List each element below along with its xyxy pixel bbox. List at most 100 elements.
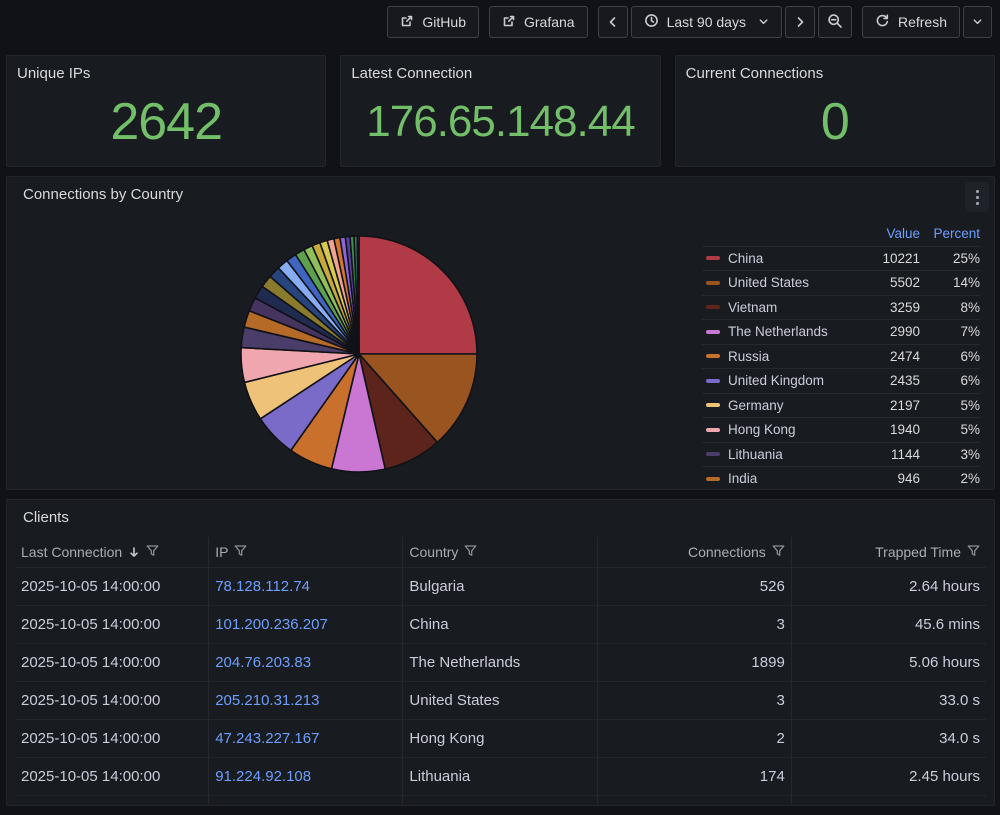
column-header-label: IP bbox=[215, 544, 228, 560]
github-button-label: GitHub bbox=[422, 14, 466, 30]
legend-label: United Kingdom bbox=[728, 373, 850, 388]
legend-swatch bbox=[706, 452, 720, 456]
cell-connections: 3 bbox=[598, 682, 792, 719]
legend-row[interactable]: China 10221 25% bbox=[702, 246, 980, 271]
cell-trapped-time: 5.06 hours bbox=[792, 644, 986, 681]
column-header-connections[interactable]: Connections bbox=[598, 537, 792, 567]
pie-legend: Value Percent China 10221 25% United Sta… bbox=[702, 221, 980, 491]
table-row-partial bbox=[15, 796, 986, 806]
legend-percent: 14% bbox=[920, 275, 980, 290]
cell-ip[interactable]: 91.224.92.108 bbox=[209, 758, 403, 795]
legend-label: The Netherlands bbox=[728, 324, 850, 339]
cell-ip[interactable]: 205.210.31.213 bbox=[209, 682, 403, 719]
cell-empty bbox=[598, 796, 792, 806]
column-header-ip[interactable]: IP bbox=[209, 537, 403, 567]
time-shift-forward-button[interactable] bbox=[785, 6, 815, 38]
legend-label: Lithuania bbox=[728, 447, 850, 462]
column-header-country[interactable]: Country bbox=[403, 537, 597, 567]
legend-value: 2197 bbox=[850, 398, 920, 413]
legend-swatch bbox=[706, 256, 720, 260]
legend-value: 10221 bbox=[850, 251, 920, 266]
legend-percent: 7% bbox=[920, 324, 980, 339]
table-row: 2025-10-05 14:00:0091.224.92.108Lithuani… bbox=[15, 758, 986, 796]
cell-ip[interactable]: 47.243.227.167 bbox=[209, 720, 403, 757]
filter-icon[interactable] bbox=[234, 544, 247, 560]
filter-icon[interactable] bbox=[772, 544, 785, 560]
cell-empty bbox=[15, 796, 209, 806]
legend-row[interactable]: Germany 2197 5% bbox=[702, 393, 980, 418]
column-header-label: Country bbox=[409, 544, 458, 560]
cell-country: Bulgaria bbox=[403, 568, 597, 605]
legend-row[interactable]: Russia 2474 6% bbox=[702, 344, 980, 369]
cell-trapped-time: 33.0 s bbox=[792, 682, 986, 719]
panel-title: Clients bbox=[7, 500, 994, 528]
cell-ip[interactable]: 204.76.203.83 bbox=[209, 644, 403, 681]
filter-icon[interactable] bbox=[146, 544, 159, 560]
legend-value: 2435 bbox=[850, 373, 920, 388]
column-header-label: Last Connection bbox=[21, 544, 122, 560]
column-header-label: Connections bbox=[688, 544, 766, 560]
cell-country: Hong Kong bbox=[403, 720, 597, 757]
cell-trapped-time: 2.45 hours bbox=[792, 758, 986, 795]
time-shift-back-button[interactable] bbox=[598, 6, 628, 38]
legend-value: 1940 bbox=[850, 422, 920, 437]
cell-empty bbox=[792, 796, 986, 806]
panel-latest-connection: Latest Connection 176.65.148.44 bbox=[340, 55, 660, 167]
github-button[interactable]: GitHub bbox=[387, 6, 479, 38]
cell-connections: 174 bbox=[598, 758, 792, 795]
panel-connections-by-country: Connections by Country Value Percent Chi… bbox=[6, 176, 995, 490]
cell-country: Lithuania bbox=[403, 758, 597, 795]
legend-row[interactable]: United States 5502 14% bbox=[702, 270, 980, 295]
cell-last-connection: 2025-10-05 14:00:00 bbox=[15, 568, 209, 605]
legend-row[interactable]: Vietnam 3259 8% bbox=[702, 295, 980, 320]
legend-row[interactable]: Hong Kong 1940 5% bbox=[702, 417, 980, 442]
filter-icon[interactable] bbox=[464, 544, 477, 560]
cell-ip[interactable]: 78.128.112.74 bbox=[209, 568, 403, 605]
legend-rows: China 10221 25% United States 5502 14% V… bbox=[702, 246, 980, 491]
pie-chart-container bbox=[238, 233, 480, 475]
zoom-out-time-button[interactable] bbox=[818, 6, 852, 38]
magnifier-minus-icon bbox=[827, 13, 843, 32]
legend-header-value[interactable]: Value bbox=[850, 226, 920, 241]
legend-row[interactable]: India 946 2% bbox=[702, 466, 980, 491]
legend-row[interactable]: United Kingdom 2435 6% bbox=[702, 368, 980, 393]
sort-desc-icon bbox=[128, 546, 140, 558]
legend-value: 2990 bbox=[850, 324, 920, 339]
cell-country: The Netherlands bbox=[403, 644, 597, 681]
legend-label: China bbox=[728, 251, 850, 266]
legend-label: United States bbox=[728, 275, 850, 290]
legend-percent: 3% bbox=[920, 447, 980, 462]
legend-percent: 6% bbox=[920, 349, 980, 364]
cell-last-connection: 2025-10-05 14:00:00 bbox=[15, 644, 209, 681]
clients-table-header: Last Connection IP Country Connections bbox=[15, 537, 986, 568]
legend-label: India bbox=[728, 471, 850, 486]
cell-ip[interactable]: 101.200.236.207 bbox=[209, 606, 403, 643]
cell-trapped-time: 34.0 s bbox=[792, 720, 986, 757]
column-header-label: Trapped Time bbox=[875, 544, 961, 560]
panel-title: Latest Connection bbox=[341, 56, 659, 84]
pie-slice-china[interactable] bbox=[359, 236, 477, 354]
panel-menu-kebab-icon[interactable] bbox=[965, 182, 989, 212]
column-header-trapped-time[interactable]: Trapped Time bbox=[792, 537, 986, 567]
grafana-button[interactable]: Grafana bbox=[489, 6, 588, 38]
legend-value: 2474 bbox=[850, 349, 920, 364]
column-header-last-connection[interactable]: Last Connection bbox=[15, 537, 209, 567]
external-link-icon bbox=[400, 14, 414, 31]
legend-label: Vietnam bbox=[728, 300, 850, 315]
table-row: 2025-10-05 14:00:00101.200.236.207China3… bbox=[15, 606, 986, 644]
refresh-button[interactable]: Refresh bbox=[862, 6, 960, 38]
external-link-icon bbox=[502, 14, 516, 31]
time-range-picker[interactable]: Last 90 days bbox=[631, 6, 782, 38]
clients-table: Last Connection IP Country Connections bbox=[15, 537, 986, 806]
refresh-icon bbox=[875, 13, 890, 31]
cell-last-connection: 2025-10-05 14:00:00 bbox=[15, 682, 209, 719]
filter-icon[interactable] bbox=[967, 544, 980, 560]
legend-header-row: Value Percent bbox=[702, 221, 980, 246]
legend-header-percent[interactable]: Percent bbox=[920, 226, 980, 241]
pie-chart bbox=[238, 233, 480, 475]
clients-table-body: 2025-10-05 14:00:0078.128.112.74Bulgaria… bbox=[15, 568, 986, 806]
refresh-interval-dropdown[interactable] bbox=[963, 6, 992, 38]
legend-swatch bbox=[706, 477, 720, 481]
legend-row[interactable]: Lithuania 1144 3% bbox=[702, 442, 980, 467]
legend-row[interactable]: The Netherlands 2990 7% bbox=[702, 319, 980, 344]
